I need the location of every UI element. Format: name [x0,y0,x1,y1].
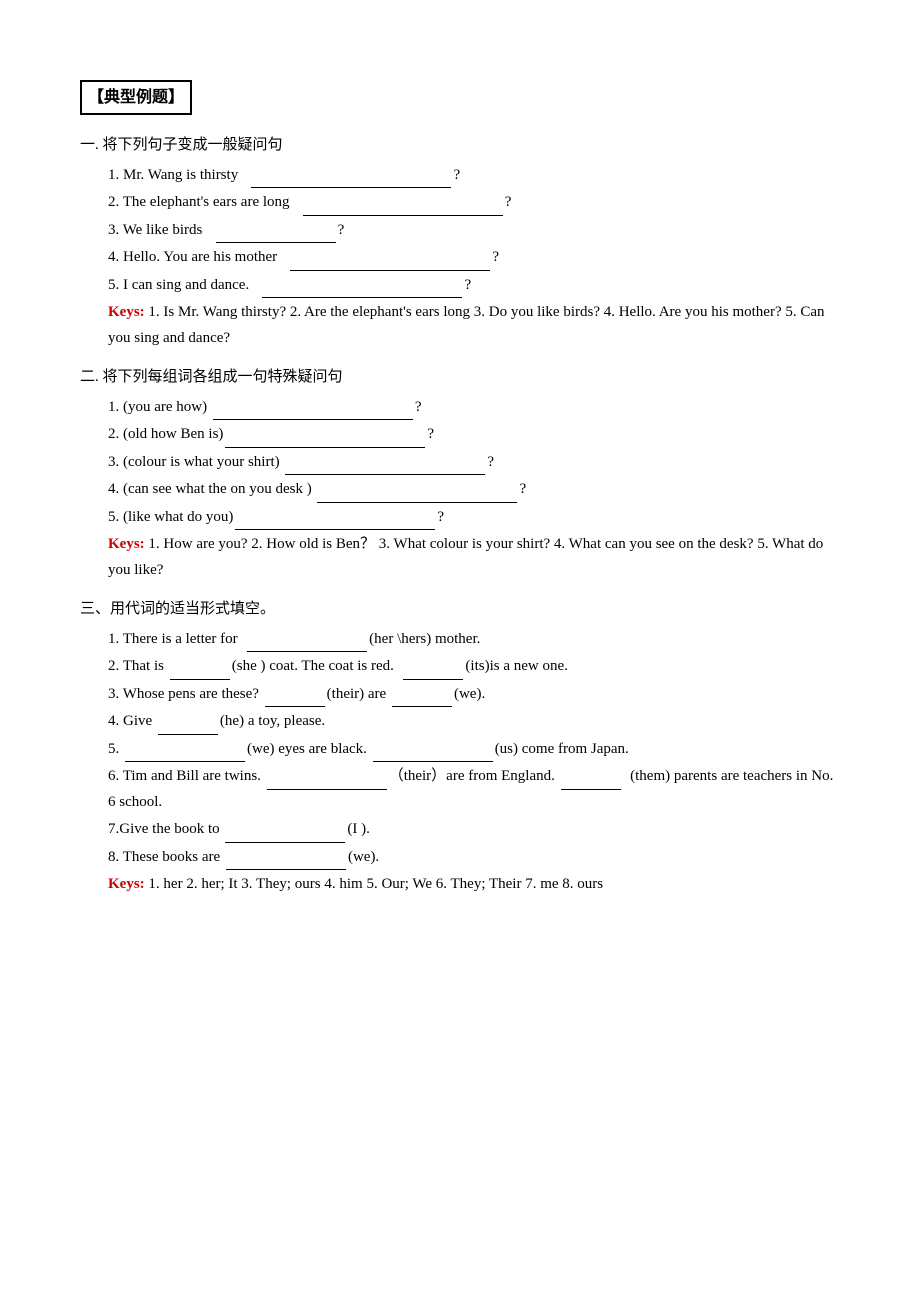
section1-item3: 3. We like birds ? [108,218,840,244]
section2-item2: 2. (old how Ben is)? [108,422,840,448]
section3-items: 1. There is a letter for (her \hers) mot… [80,627,840,871]
section1-keys: Keys: 1. Is Mr. Wang thirsty? 2. Are the… [80,300,840,351]
section3: 三、用代词的适当形式填空。 1. There is a letter for (… [80,597,840,898]
section3-item5: 5. (we) eyes are black. (us) come from J… [108,737,840,763]
section1-items: 1. Mr. Wang is thirsty ? 2. The elephant… [80,163,840,299]
main-content: 【典型例题】 一. 将下列句子变成一般疑问句 1. Mr. Wang is th… [80,80,840,898]
section2-keys: Keys: 1. How are you? 2. How old is Ben？… [80,532,840,583]
section3-item3: 3. Whose pens are these? (their) are (we… [108,682,840,708]
section3-heading: 三、用代词的适当形式填空。 [80,597,840,623]
page-title: 【典型例题】 [80,80,840,123]
section2: 二. 将下列每组词各组成一句特殊疑问句 1. (you are how) ? 2… [80,365,840,583]
section2-heading: 二. 将下列每组词各组成一句特殊疑问句 [80,365,840,391]
section1: 一. 将下列句子变成一般疑问句 1. Mr. Wang is thirsty ?… [80,133,840,351]
section1-heading: 一. 将下列句子变成一般疑问句 [80,133,840,159]
section3-item1: 1. There is a letter for (her \hers) mot… [108,627,840,653]
section2-items: 1. (you are how) ? 2. (old how Ben is)? … [80,395,840,531]
section3-item4: 4. Give (he) a toy, please. [108,709,840,735]
section3-item8: 8. These books are (we). [108,845,840,871]
section3-keys: Keys: 1. her 2. her; It 3. They; ours 4.… [80,872,840,898]
section3-item7: 7.Give the book to (I ). [108,817,840,843]
section1-item5: 5. I can sing and dance. ? [108,273,840,299]
section2-item1: 1. (you are how) ? [108,395,840,421]
section2-item4: 4. (can see what the on you desk ) ? [108,477,840,503]
section2-item3: 3. (colour is what your shirt) ? [108,450,840,476]
section1-item1: 1. Mr. Wang is thirsty ? [108,163,840,189]
section3-item2: 2. That is (she ) coat. The coat is red.… [108,654,840,680]
section2-item5: 5. (like what do you)? [108,505,840,531]
section3-item6: 6. Tim and Bill are twins. （their）are fr… [108,764,840,815]
section1-item2: 2. The elephant's ears are long ? [108,190,840,216]
section1-item4: 4. Hello. You are his mother ? [108,245,840,271]
